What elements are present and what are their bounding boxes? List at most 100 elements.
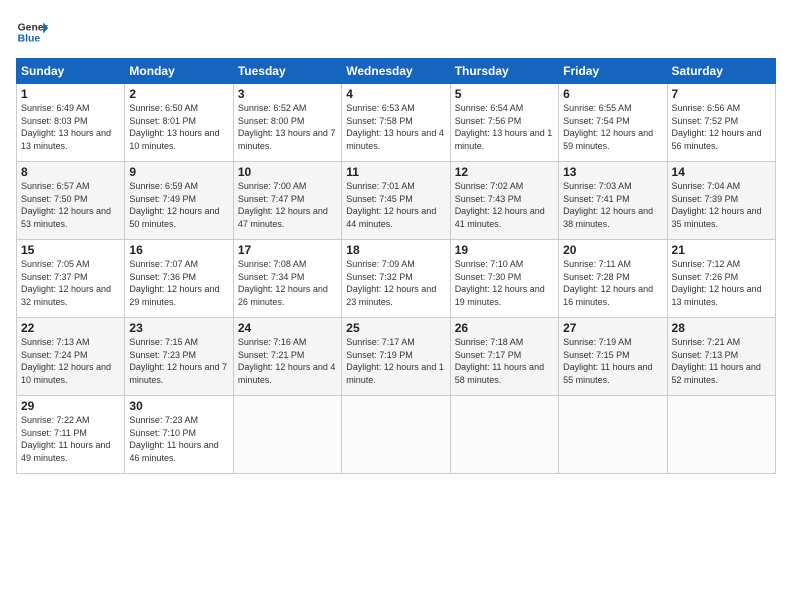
day-number: 25 — [346, 321, 445, 335]
calendar-week-4: 22Sunrise: 7:13 AMSunset: 7:24 PMDayligh… — [17, 318, 776, 396]
day-info: Sunrise: 6:52 AMSunset: 8:00 PMDaylight:… — [238, 102, 337, 152]
day-info: Sunrise: 7:07 AMSunset: 7:36 PMDaylight:… — [129, 258, 228, 308]
calendar-cell: 18Sunrise: 7:09 AMSunset: 7:32 PMDayligh… — [342, 240, 450, 318]
day-number: 6 — [563, 87, 662, 101]
calendar-cell — [559, 396, 667, 474]
col-header-saturday: Saturday — [667, 59, 775, 84]
day-info: Sunrise: 7:22 AMSunset: 7:11 PMDaylight:… — [21, 414, 120, 464]
day-number: 8 — [21, 165, 120, 179]
day-info: Sunrise: 7:12 AMSunset: 7:26 PMDaylight:… — [672, 258, 771, 308]
calendar-week-2: 8Sunrise: 6:57 AMSunset: 7:50 PMDaylight… — [17, 162, 776, 240]
col-header-monday: Monday — [125, 59, 233, 84]
day-info: Sunrise: 7:21 AMSunset: 7:13 PMDaylight:… — [672, 336, 771, 386]
calendar-cell: 30Sunrise: 7:23 AMSunset: 7:10 PMDayligh… — [125, 396, 233, 474]
calendar-cell: 11Sunrise: 7:01 AMSunset: 7:45 PMDayligh… — [342, 162, 450, 240]
calendar-cell: 14Sunrise: 7:04 AMSunset: 7:39 PMDayligh… — [667, 162, 775, 240]
day-number: 16 — [129, 243, 228, 257]
day-number: 22 — [21, 321, 120, 335]
day-number: 20 — [563, 243, 662, 257]
day-number: 30 — [129, 399, 228, 413]
day-number: 17 — [238, 243, 337, 257]
day-number: 15 — [21, 243, 120, 257]
calendar-cell: 1Sunrise: 6:49 AMSunset: 8:03 PMDaylight… — [17, 84, 125, 162]
day-number: 23 — [129, 321, 228, 335]
col-header-thursday: Thursday — [450, 59, 558, 84]
calendar-cell: 19Sunrise: 7:10 AMSunset: 7:30 PMDayligh… — [450, 240, 558, 318]
col-header-friday: Friday — [559, 59, 667, 84]
calendar-cell: 23Sunrise: 7:15 AMSunset: 7:23 PMDayligh… — [125, 318, 233, 396]
day-number: 10 — [238, 165, 337, 179]
calendar-cell: 25Sunrise: 7:17 AMSunset: 7:19 PMDayligh… — [342, 318, 450, 396]
day-info: Sunrise: 6:50 AMSunset: 8:01 PMDaylight:… — [129, 102, 228, 152]
col-header-sunday: Sunday — [17, 59, 125, 84]
col-header-tuesday: Tuesday — [233, 59, 341, 84]
calendar-week-3: 15Sunrise: 7:05 AMSunset: 7:37 PMDayligh… — [17, 240, 776, 318]
day-info: Sunrise: 7:02 AMSunset: 7:43 PMDaylight:… — [455, 180, 554, 230]
page-header: General Blue — [16, 16, 776, 48]
day-info: Sunrise: 7:03 AMSunset: 7:41 PMDaylight:… — [563, 180, 662, 230]
day-number: 11 — [346, 165, 445, 179]
day-number: 2 — [129, 87, 228, 101]
calendar-cell: 7Sunrise: 6:56 AMSunset: 7:52 PMDaylight… — [667, 84, 775, 162]
day-info: Sunrise: 7:11 AMSunset: 7:28 PMDaylight:… — [563, 258, 662, 308]
day-info: Sunrise: 7:13 AMSunset: 7:24 PMDaylight:… — [21, 336, 120, 386]
calendar-cell: 8Sunrise: 6:57 AMSunset: 7:50 PMDaylight… — [17, 162, 125, 240]
calendar-cell: 24Sunrise: 7:16 AMSunset: 7:21 PMDayligh… — [233, 318, 341, 396]
calendar-cell: 3Sunrise: 6:52 AMSunset: 8:00 PMDaylight… — [233, 84, 341, 162]
day-number: 26 — [455, 321, 554, 335]
calendar-cell: 10Sunrise: 7:00 AMSunset: 7:47 PMDayligh… — [233, 162, 341, 240]
day-number: 21 — [672, 243, 771, 257]
day-number: 9 — [129, 165, 228, 179]
logo: General Blue — [16, 16, 48, 48]
day-number: 28 — [672, 321, 771, 335]
calendar-cell: 13Sunrise: 7:03 AMSunset: 7:41 PMDayligh… — [559, 162, 667, 240]
calendar-cell — [667, 396, 775, 474]
calendar-week-5: 29Sunrise: 7:22 AMSunset: 7:11 PMDayligh… — [17, 396, 776, 474]
calendar-cell: 27Sunrise: 7:19 AMSunset: 7:15 PMDayligh… — [559, 318, 667, 396]
day-info: Sunrise: 7:23 AMSunset: 7:10 PMDaylight:… — [129, 414, 228, 464]
day-info: Sunrise: 7:05 AMSunset: 7:37 PMDaylight:… — [21, 258, 120, 308]
day-info: Sunrise: 6:49 AMSunset: 8:03 PMDaylight:… — [21, 102, 120, 152]
calendar-cell: 2Sunrise: 6:50 AMSunset: 8:01 PMDaylight… — [125, 84, 233, 162]
calendar-cell: 6Sunrise: 6:55 AMSunset: 7:54 PMDaylight… — [559, 84, 667, 162]
day-number: 4 — [346, 87, 445, 101]
day-info: Sunrise: 7:19 AMSunset: 7:15 PMDaylight:… — [563, 336, 662, 386]
day-number: 5 — [455, 87, 554, 101]
col-header-wednesday: Wednesday — [342, 59, 450, 84]
day-number: 1 — [21, 87, 120, 101]
calendar-cell: 4Sunrise: 6:53 AMSunset: 7:58 PMDaylight… — [342, 84, 450, 162]
day-number: 13 — [563, 165, 662, 179]
calendar-cell: 15Sunrise: 7:05 AMSunset: 7:37 PMDayligh… — [17, 240, 125, 318]
calendar-cell: 12Sunrise: 7:02 AMSunset: 7:43 PMDayligh… — [450, 162, 558, 240]
logo-icon: General Blue — [16, 16, 48, 48]
calendar-cell — [450, 396, 558, 474]
calendar-cell: 5Sunrise: 6:54 AMSunset: 7:56 PMDaylight… — [450, 84, 558, 162]
day-number: 27 — [563, 321, 662, 335]
svg-text:Blue: Blue — [18, 34, 41, 45]
calendar-cell: 16Sunrise: 7:07 AMSunset: 7:36 PMDayligh… — [125, 240, 233, 318]
calendar-cell: 28Sunrise: 7:21 AMSunset: 7:13 PMDayligh… — [667, 318, 775, 396]
day-number: 12 — [455, 165, 554, 179]
calendar-cell: 9Sunrise: 6:59 AMSunset: 7:49 PMDaylight… — [125, 162, 233, 240]
calendar-cell — [342, 396, 450, 474]
calendar-table: SundayMondayTuesdayWednesdayThursdayFrid… — [16, 58, 776, 474]
day-number: 14 — [672, 165, 771, 179]
day-info: Sunrise: 6:57 AMSunset: 7:50 PMDaylight:… — [21, 180, 120, 230]
day-info: Sunrise: 7:08 AMSunset: 7:34 PMDaylight:… — [238, 258, 337, 308]
day-info: Sunrise: 7:09 AMSunset: 7:32 PMDaylight:… — [346, 258, 445, 308]
calendar-cell: 21Sunrise: 7:12 AMSunset: 7:26 PMDayligh… — [667, 240, 775, 318]
calendar-cell: 17Sunrise: 7:08 AMSunset: 7:34 PMDayligh… — [233, 240, 341, 318]
day-number: 24 — [238, 321, 337, 335]
day-info: Sunrise: 7:16 AMSunset: 7:21 PMDaylight:… — [238, 336, 337, 386]
day-info: Sunrise: 7:10 AMSunset: 7:30 PMDaylight:… — [455, 258, 554, 308]
day-info: Sunrise: 7:00 AMSunset: 7:47 PMDaylight:… — [238, 180, 337, 230]
day-number: 19 — [455, 243, 554, 257]
day-info: Sunrise: 7:17 AMSunset: 7:19 PMDaylight:… — [346, 336, 445, 386]
calendar-cell — [233, 396, 341, 474]
calendar-week-1: 1Sunrise: 6:49 AMSunset: 8:03 PMDaylight… — [17, 84, 776, 162]
day-info: Sunrise: 6:59 AMSunset: 7:49 PMDaylight:… — [129, 180, 228, 230]
day-info: Sunrise: 6:56 AMSunset: 7:52 PMDaylight:… — [672, 102, 771, 152]
day-info: Sunrise: 6:54 AMSunset: 7:56 PMDaylight:… — [455, 102, 554, 152]
day-info: Sunrise: 7:18 AMSunset: 7:17 PMDaylight:… — [455, 336, 554, 386]
day-info: Sunrise: 6:53 AMSunset: 7:58 PMDaylight:… — [346, 102, 445, 152]
